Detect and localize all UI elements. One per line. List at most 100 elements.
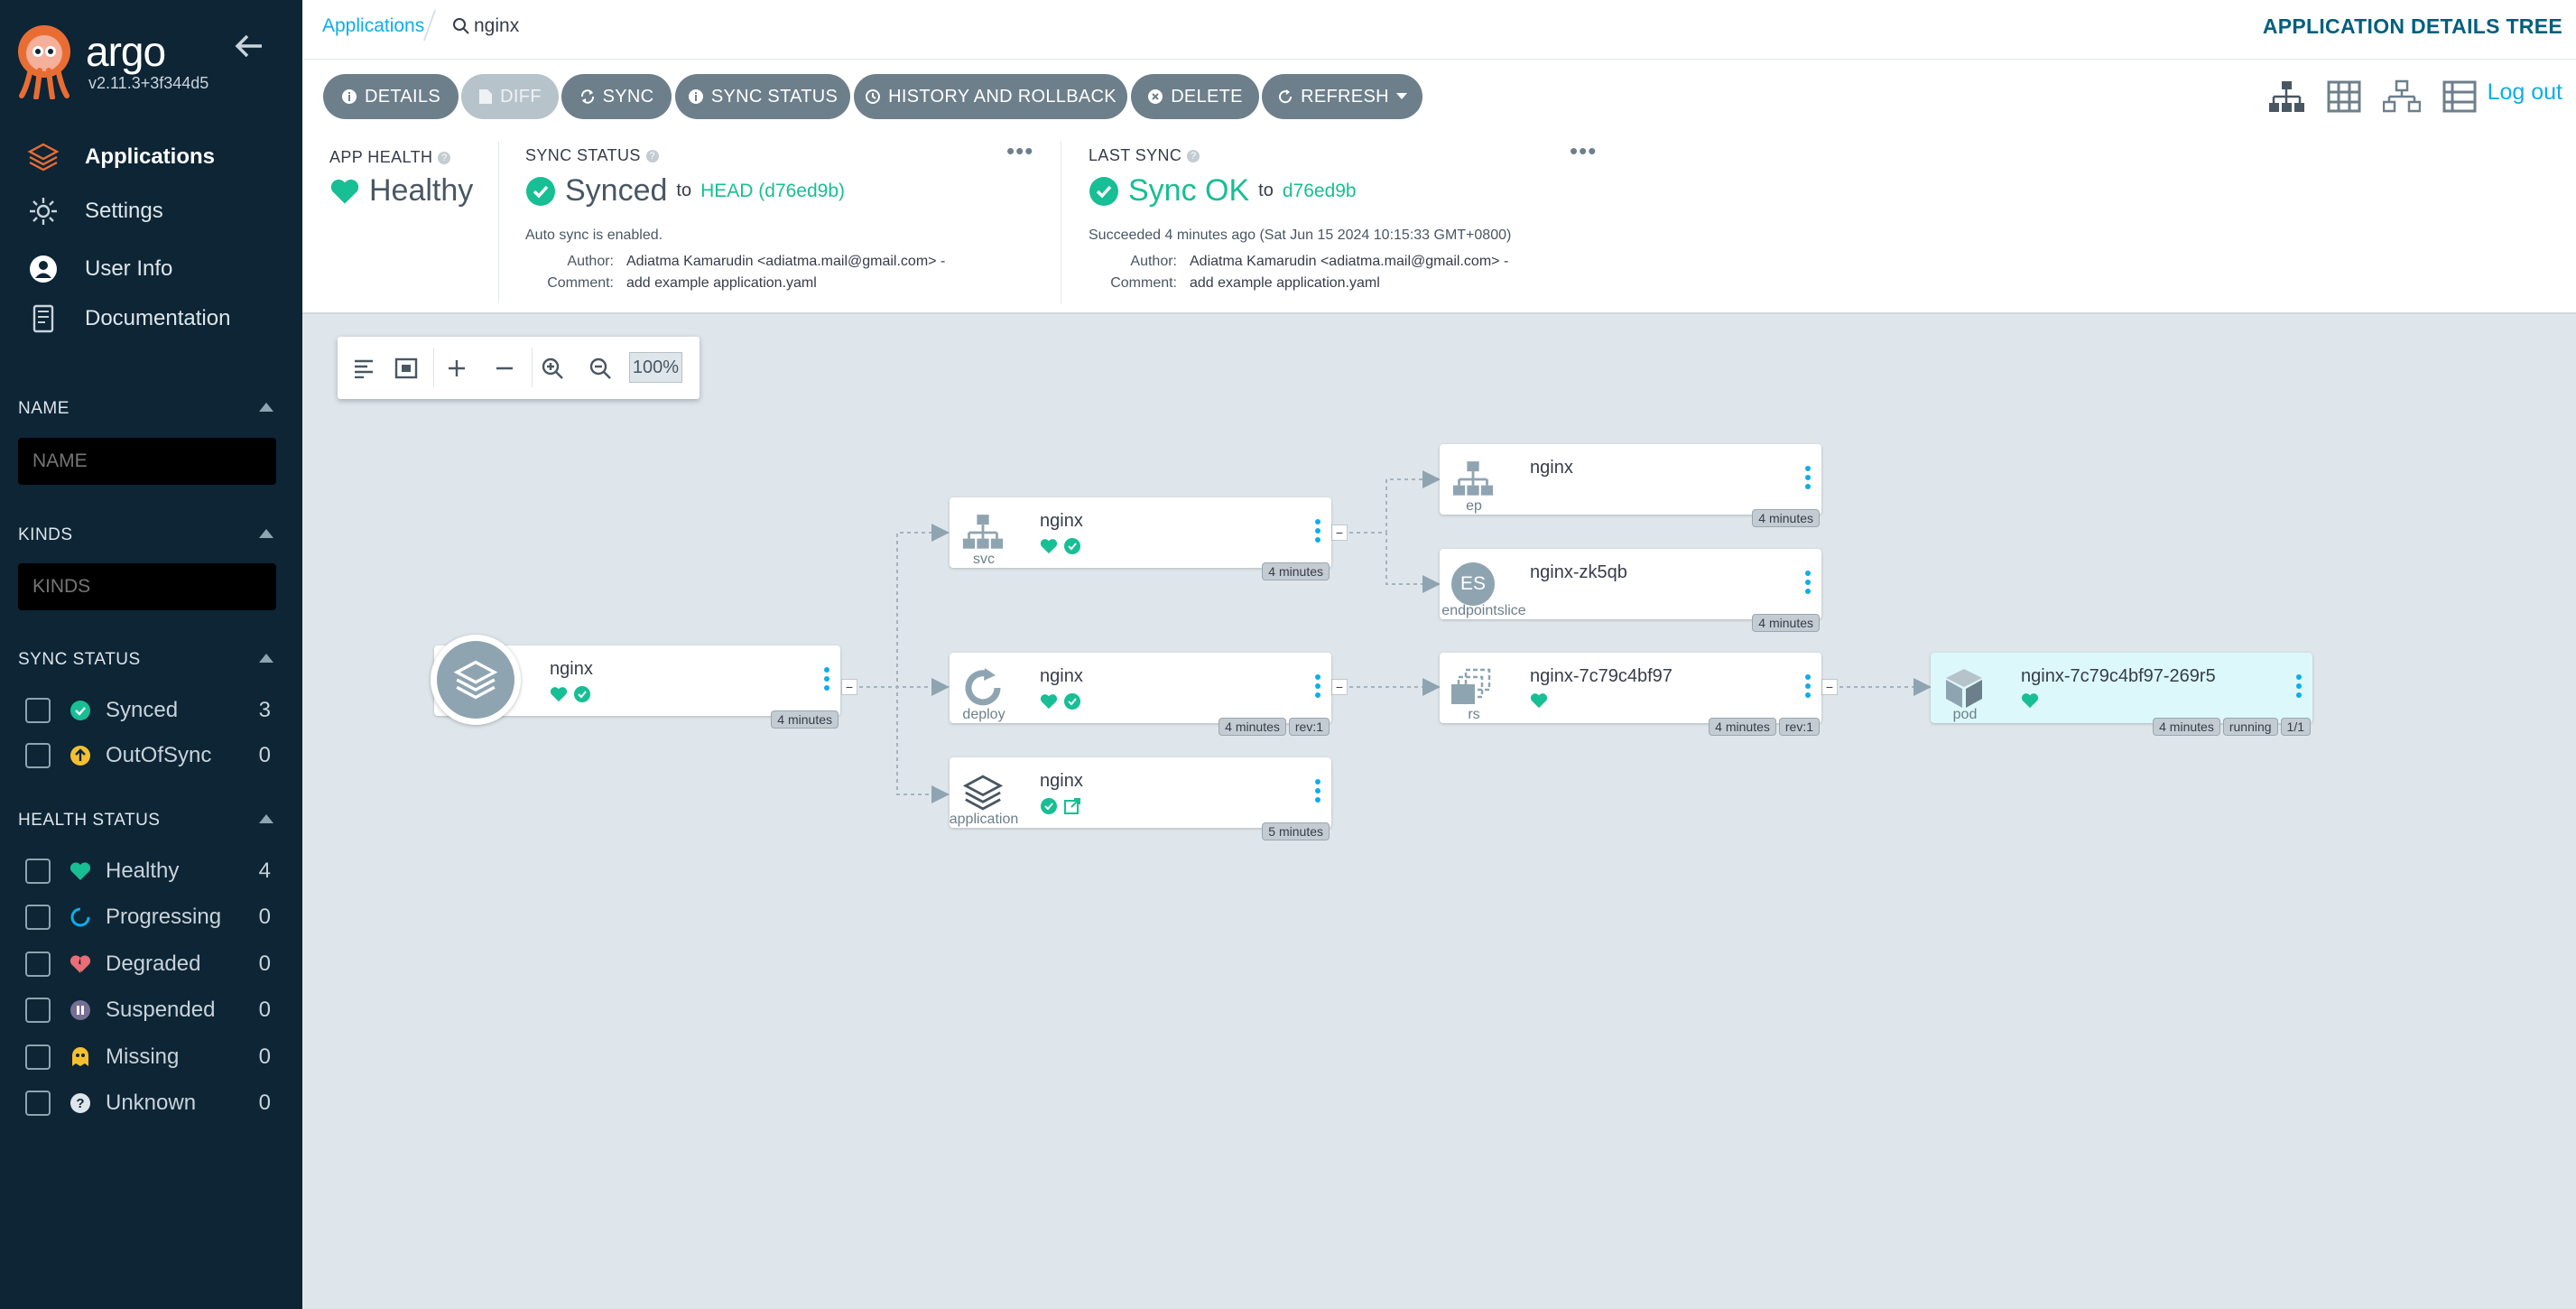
- sync-status-title: SYNC STATUS?: [525, 146, 659, 165]
- pods-view-icon[interactable]: [2325, 79, 2363, 114]
- help-icon[interactable]: ?: [645, 149, 659, 162]
- expand-all-icon[interactable]: [439, 350, 475, 386]
- ready-tag: 1/1: [2280, 718, 2311, 736]
- node-menu-icon[interactable]: [2296, 674, 2302, 700]
- filter-progressing[interactable]: Progressing 0: [25, 902, 271, 933]
- checkbox[interactable]: [25, 952, 51, 977]
- checkbox[interactable]: [25, 698, 51, 723]
- node-tags: 4 minutes: [1752, 614, 1820, 632]
- caret-up-icon[interactable]: [259, 529, 273, 538]
- kinds-filter-input[interactable]: [18, 563, 276, 610]
- filter-label: Progressing: [106, 905, 222, 929]
- heart-icon: [2021, 693, 2039, 709]
- nav-documentation[interactable]: Documentation: [0, 295, 302, 342]
- heart-icon: [330, 179, 359, 204]
- node-status: [1040, 797, 1081, 815]
- node-menu-icon[interactable]: [1805, 674, 1811, 700]
- age-tag: 4 minutes: [2153, 718, 2220, 736]
- filter-degraded[interactable]: Degraded 0: [25, 949, 271, 979]
- logout-link[interactable]: Log out: [2488, 79, 2562, 106]
- node-ep[interactable]: ep nginx 4 minutes: [1440, 444, 1821, 527]
- nav-settings[interactable]: Settings: [0, 188, 302, 235]
- zoom-in-icon[interactable]: [534, 350, 570, 386]
- delete-button[interactable]: DELETE: [1131, 74, 1259, 119]
- external-link-icon[interactable]: [1063, 797, 1081, 815]
- caret-up-icon[interactable]: [259, 403, 273, 412]
- help-icon[interactable]: ?: [438, 151, 451, 164]
- more-options-icon[interactable]: •••: [1006, 139, 1033, 162]
- status-summary: APP HEALTH? Healthy SYNC STATUS? ••• Syn…: [302, 132, 2576, 314]
- node-application[interactable]: application nginx 5 minutes: [950, 757, 1331, 840]
- age-tag: 4 minutes: [1709, 718, 1776, 736]
- zoom-out-icon[interactable]: [582, 350, 618, 386]
- node-menu-icon[interactable]: [1315, 674, 1320, 700]
- filter-missing[interactable]: Missing 0: [25, 1042, 271, 1072]
- name-filter-input[interactable]: [18, 438, 276, 485]
- refresh-button[interactable]: REFRESH: [1262, 74, 1422, 119]
- checkbox[interactable]: [25, 998, 51, 1023]
- status-tag: running: [2222, 718, 2278, 736]
- service-icon: [959, 508, 1007, 557]
- zoom-level[interactable]: 100%: [629, 352, 682, 383]
- node-pod[interactable]: pod nginx-7c79c4bf97-269r5 4 minutes runn…: [1931, 653, 2312, 736]
- collapse-toggle[interactable]: −: [841, 679, 857, 695]
- collapse-toggle[interactable]: −: [1821, 679, 1838, 695]
- node-menu-icon[interactable]: [824, 667, 829, 692]
- list-view-icon[interactable]: [2441, 79, 2479, 114]
- collapse-toggle[interactable]: −: [1331, 525, 1348, 541]
- collapse-toggle[interactable]: −: [1331, 679, 1348, 695]
- checkbox[interactable]: [25, 1091, 51, 1116]
- diff-button[interactable]: DIFF: [461, 74, 559, 119]
- node-svc[interactable]: svc nginx 4 minutes: [950, 497, 1331, 580]
- refresh-label: REFRESH: [1301, 86, 1389, 107]
- details-button[interactable]: DETAILS: [323, 74, 459, 119]
- help-icon[interactable]: ?: [1187, 149, 1200, 162]
- node-kind: ep: [1466, 498, 1482, 514]
- history-rollback-button[interactable]: HISTORY AND ROLLBACK: [854, 74, 1127, 119]
- breadcrumb-current-label: nginx: [474, 15, 520, 36]
- check-circle-icon: [574, 686, 590, 702]
- gear-icon: [30, 198, 57, 225]
- fit-screen-icon[interactable]: [388, 350, 424, 386]
- network-view-icon[interactable]: [2383, 79, 2421, 114]
- sync-revision-link[interactable]: HEAD (d76ed9b): [700, 181, 845, 202]
- checkbox[interactable]: [25, 905, 51, 930]
- info-icon: [688, 89, 703, 104]
- filter-unknown[interactable]: ? Unknown 0: [25, 1088, 271, 1119]
- filter-suspended[interactable]: Suspended 0: [25, 995, 271, 1026]
- tree-view-icon[interactable]: [2267, 79, 2305, 114]
- node-deploy[interactable]: deploy nginx 4 minutes rev:1: [950, 653, 1331, 736]
- filter-outofsync[interactable]: OutOfSync 0: [25, 740, 271, 771]
- last-sync-revision-link[interactable]: d76ed9b: [1283, 181, 1357, 202]
- node-menu-icon[interactable]: [1805, 571, 1811, 596]
- node-endpointslice[interactable]: ES endpointslice nginx-zk5qb 4 minutes: [1440, 549, 1821, 632]
- filter-healthy[interactable]: Healthy 4: [25, 856, 271, 887]
- filter-synced[interactable]: Synced 3: [25, 695, 271, 726]
- node-menu-icon[interactable]: [1315, 519, 1320, 544]
- node-menu-icon[interactable]: [1315, 779, 1320, 804]
- nav-applications[interactable]: Applications: [0, 134, 302, 181]
- collapse-sidebar-icon[interactable]: [231, 31, 267, 61]
- caret-up-icon[interactable]: [259, 814, 273, 823]
- sync-status-button[interactable]: SYNC STATUS: [675, 74, 850, 119]
- checkbox[interactable]: [25, 859, 51, 884]
- node-menu-icon[interactable]: [1805, 466, 1811, 491]
- more-options-icon[interactable]: •••: [1570, 139, 1597, 162]
- check-circle-icon: [526, 176, 555, 206]
- delete-label: DELETE: [1171, 86, 1243, 107]
- app-root-node[interactable]: nginx 4 minutes: [431, 635, 840, 729]
- node-status: [2021, 692, 2039, 709]
- sync-button[interactable]: SYNC: [561, 74, 672, 119]
- collapse-all-icon[interactable]: [486, 350, 523, 386]
- node-tags: 4 minutes running 1/1: [2153, 718, 2311, 736]
- checkbox[interactable]: [25, 743, 51, 768]
- es-badge: ES: [1451, 562, 1495, 606]
- caret-up-icon[interactable]: [259, 654, 273, 663]
- nav-user-info[interactable]: User Info: [0, 246, 302, 292]
- breadcrumb-applications[interactable]: Applications: [322, 15, 424, 37]
- sync-label: SYNC: [602, 86, 654, 107]
- endpoints-icon: [1449, 455, 1497, 504]
- align-left-icon[interactable]: [346, 350, 382, 386]
- checkbox[interactable]: [25, 1044, 51, 1070]
- node-rs[interactable]: rs nginx-7c79c4bf97 4 minutes rev:1: [1440, 653, 1821, 736]
